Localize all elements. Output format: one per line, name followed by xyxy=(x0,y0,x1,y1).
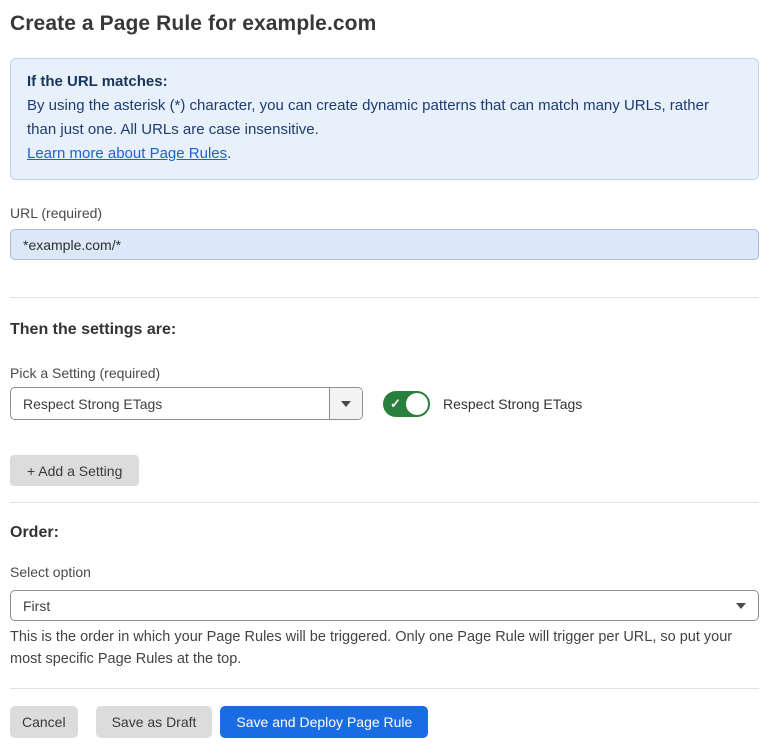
learn-more-link[interactable]: Learn more about Page Rules xyxy=(27,145,227,162)
setting-select-arrow-button[interactable] xyxy=(329,388,362,419)
url-match-info-box: If the URL matches: By using the asteris… xyxy=(10,58,759,180)
divider xyxy=(10,502,759,503)
pick-setting-label: Pick a Setting (required) xyxy=(10,365,759,381)
toggle-knob xyxy=(406,393,428,415)
add-setting-button[interactable]: + Add a Setting xyxy=(10,455,139,486)
check-icon: ✓ xyxy=(390,397,401,410)
form-actions: Cancel Save as Draft Save and Deploy Pag… xyxy=(10,706,759,738)
setting-select-value: Respect Strong ETags xyxy=(11,388,329,419)
order-select-value: First xyxy=(23,598,736,614)
url-input[interactable] xyxy=(10,229,759,260)
info-box-heading: If the URL matches: xyxy=(27,70,742,94)
info-box-link-line: Learn more about Page Rules. xyxy=(27,142,742,166)
order-select[interactable]: First xyxy=(10,590,759,621)
etags-toggle[interactable]: ✓ xyxy=(383,391,430,417)
order-heading: Order: xyxy=(10,524,759,542)
setting-row: Respect Strong ETags ✓ Respect Strong ET… xyxy=(10,387,759,420)
select-option-label: Select option xyxy=(10,564,759,580)
url-label: URL (required) xyxy=(10,205,759,221)
divider xyxy=(10,297,759,298)
order-help-text: This is the order in which your Page Rul… xyxy=(10,626,759,670)
divider xyxy=(10,688,759,689)
cancel-button[interactable]: Cancel xyxy=(10,706,78,738)
page-title: Create a Page Rule for example.com xyxy=(10,12,759,36)
save-deploy-button[interactable]: Save and Deploy Page Rule xyxy=(220,706,428,738)
toggle-label: Respect Strong ETags xyxy=(443,396,582,412)
chevron-down-icon xyxy=(736,603,746,609)
settings-heading: Then the settings are: xyxy=(10,321,759,339)
page-rule-form: Create a Page Rule for example.com If th… xyxy=(0,0,769,754)
save-draft-button[interactable]: Save as Draft xyxy=(96,706,213,738)
info-box-body-text: By using the asterisk (*) character, you… xyxy=(27,97,709,138)
dropdown-arrow-icon xyxy=(341,401,351,407)
setting-select[interactable]: Respect Strong ETags xyxy=(10,387,363,420)
link-suffix: . xyxy=(227,145,231,162)
info-box-body: By using the asterisk (*) character, you… xyxy=(27,94,742,142)
